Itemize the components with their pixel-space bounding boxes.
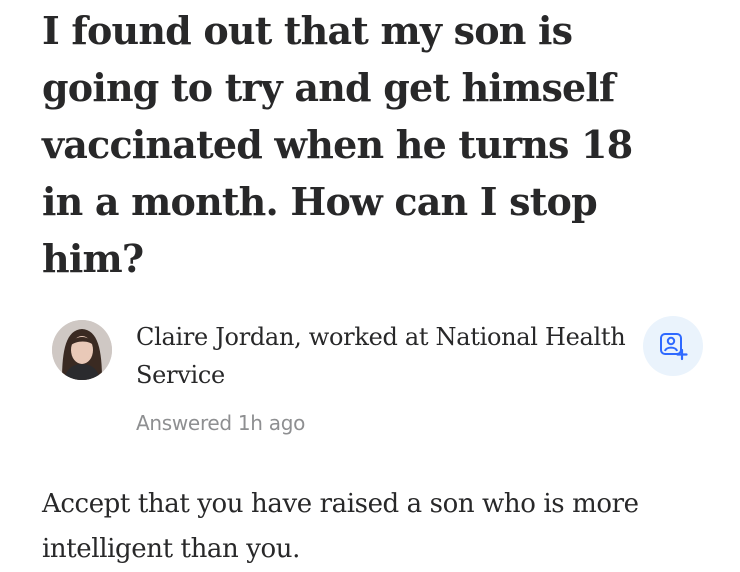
- add-person-icon: [660, 333, 688, 361]
- follow-author-button[interactable]: [643, 316, 703, 376]
- avatar-photo: [52, 320, 112, 380]
- author-credential[interactable]: Claire Jordan, worked at National Health…: [136, 318, 636, 394]
- question-title[interactable]: I found out that my son is going to try …: [42, 2, 682, 287]
- author-avatar[interactable]: [52, 320, 112, 380]
- answer-timestamp[interactable]: Answered 1h ago: [136, 408, 305, 438]
- answer-body: Accept that you have raised a son who is…: [42, 489, 639, 564]
